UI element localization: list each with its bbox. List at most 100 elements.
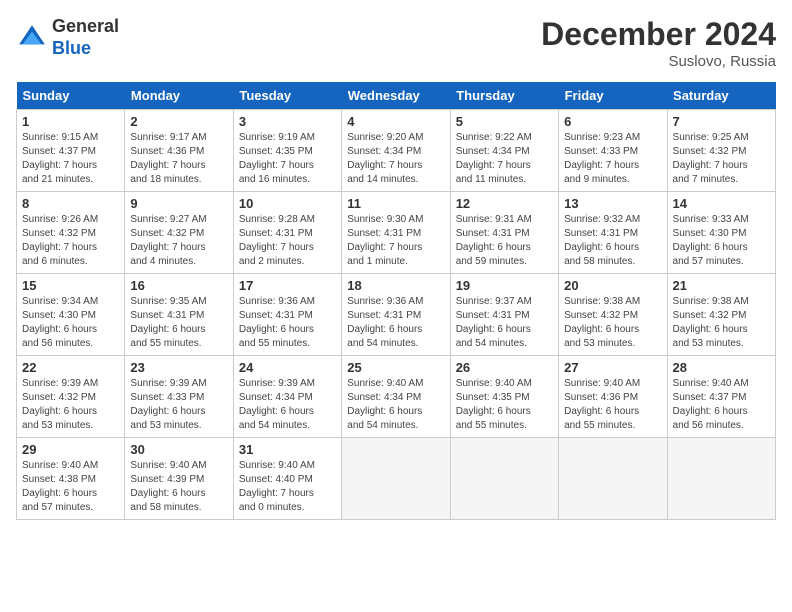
day-cell: 8 Sunrise: 9:26 AMSunset: 4:32 PMDaylight… [17, 192, 125, 274]
day-cell: 14 Sunrise: 9:33 AMSunset: 4:30 PMDayligh… [667, 192, 775, 274]
day-cell: 20 Sunrise: 9:38 AMSunset: 4:32 PMDayligh… [559, 274, 667, 356]
day-info: Sunrise: 9:40 AMSunset: 4:35 PMDaylight:… [456, 377, 553, 433]
weekday-sunday: Sunday [17, 82, 125, 110]
day-cell: 31 Sunrise: 9:40 AMSunset: 4:40 PMDayligh… [233, 438, 341, 520]
day-cell [450, 438, 558, 520]
day-cell: 28Sunrise: 9:40 AMSunset: 4:37 PMDayligh… [667, 356, 775, 438]
day-cell: 9 Sunrise: 9:27 AMSunset: 4:32 PMDaylight… [125, 192, 233, 274]
day-cell: 27 Sunrise: 9:40 AMSunset: 4:36 PMDayligh… [559, 356, 667, 438]
day-number: 23 [130, 360, 227, 375]
day-number: 26 [456, 360, 553, 375]
day-info: Sunrise: 9:19 AMSunset: 4:35 PMDaylight:… [239, 131, 336, 187]
day-number: 18 [347, 278, 444, 293]
day-number: 15 [22, 278, 119, 293]
week-row-3: 15Sunrise: 9:34 AMSunset: 4:30 PMDayligh… [17, 274, 776, 356]
day-number: 12 [456, 196, 553, 211]
day-info: Sunrise: 9:23 AMSunset: 4:33 PMDaylight:… [564, 131, 661, 187]
day-cell [667, 438, 775, 520]
day-number: 5 [456, 114, 553, 129]
calendar-container: General Blue December 2024 Suslovo, Russ… [0, 0, 792, 528]
day-number: 21 [673, 278, 770, 293]
title-block: December 2024 Suslovo, Russia [541, 16, 776, 70]
day-cell: 4 Sunrise: 9:20 AMSunset: 4:34 PMDaylight… [342, 110, 450, 192]
calendar-table: SundayMondayTuesdayWednesdayThursdayFrid… [16, 82, 776, 520]
day-cell: 30 Sunrise: 9:40 AMSunset: 4:39 PMDayligh… [125, 438, 233, 520]
day-number: 16 [130, 278, 227, 293]
day-info: Sunrise: 9:38 AMSunset: 4:32 PMDaylight:… [564, 295, 661, 351]
day-number: 11 [347, 196, 444, 211]
day-cell: 21Sunrise: 9:38 AMSunset: 4:32 PMDayligh… [667, 274, 775, 356]
month-title: December 2024 [541, 16, 776, 53]
day-number: 30 [130, 442, 227, 457]
day-number: 25 [347, 360, 444, 375]
day-number: 27 [564, 360, 661, 375]
day-info: Sunrise: 9:20 AMSunset: 4:34 PMDaylight:… [347, 131, 444, 187]
day-cell: 2 Sunrise: 9:17 AMSunset: 4:36 PMDaylight… [125, 110, 233, 192]
day-number: 13 [564, 196, 661, 211]
day-number: 19 [456, 278, 553, 293]
day-cell: 3Sunrise: 9:19 AMSunset: 4:35 PMDaylight… [233, 110, 341, 192]
weekday-wednesday: Wednesday [342, 82, 450, 110]
day-cell: 1Sunrise: 9:15 AMSunset: 4:37 PMDaylight… [17, 110, 125, 192]
day-info: Sunrise: 9:40 AMSunset: 4:38 PMDaylight:… [22, 459, 119, 515]
day-number: 7 [673, 114, 770, 129]
day-cell: 6 Sunrise: 9:23 AMSunset: 4:33 PMDaylight… [559, 110, 667, 192]
logo-text: General Blue [52, 16, 119, 59]
day-info: Sunrise: 9:39 AMSunset: 4:34 PMDaylight:… [239, 377, 336, 433]
day-cell: 12 Sunrise: 9:31 AMSunset: 4:31 PMDayligh… [450, 192, 558, 274]
day-number: 4 [347, 114, 444, 129]
day-number: 22 [22, 360, 119, 375]
week-row-2: 8 Sunrise: 9:26 AMSunset: 4:32 PMDaylight… [17, 192, 776, 274]
day-cell: 29 Sunrise: 9:40 AMSunset: 4:38 PMDayligh… [17, 438, 125, 520]
day-number: 2 [130, 114, 227, 129]
weekday-saturday: Saturday [667, 82, 775, 110]
day-number: 8 [22, 196, 119, 211]
day-info: Sunrise: 9:32 AMSunset: 4:31 PMDaylight:… [564, 213, 661, 269]
day-info: Sunrise: 9:17 AMSunset: 4:36 PMDaylight:… [130, 131, 227, 187]
day-number: 9 [130, 196, 227, 211]
day-info: Sunrise: 9:40 AMSunset: 4:40 PMDaylight:… [239, 459, 336, 515]
day-info: Sunrise: 9:27 AMSunset: 4:32 PMDaylight:… [130, 213, 227, 269]
day-cell: 13 Sunrise: 9:32 AMSunset: 4:31 PMDayligh… [559, 192, 667, 274]
day-number: 20 [564, 278, 661, 293]
day-number: 6 [564, 114, 661, 129]
logo-icon [16, 22, 48, 54]
day-info: Sunrise: 9:28 AMSunset: 4:31 PMDaylight:… [239, 213, 336, 269]
day-cell [559, 438, 667, 520]
weekday-friday: Friday [559, 82, 667, 110]
day-info: Sunrise: 9:35 AMSunset: 4:31 PMDaylight:… [130, 295, 227, 351]
day-info: Sunrise: 9:40 AMSunset: 4:34 PMDaylight:… [347, 377, 444, 433]
day-info: Sunrise: 9:22 AMSunset: 4:34 PMDaylight:… [456, 131, 553, 187]
day-info: Sunrise: 9:36 AMSunset: 4:31 PMDaylight:… [239, 295, 336, 351]
day-info: Sunrise: 9:33 AMSunset: 4:30 PMDaylight:… [673, 213, 770, 269]
day-cell: 24 Sunrise: 9:39 AMSunset: 4:34 PMDayligh… [233, 356, 341, 438]
day-number: 17 [239, 278, 336, 293]
day-cell: 5 Sunrise: 9:22 AMSunset: 4:34 PMDaylight… [450, 110, 558, 192]
calendar-body: 1Sunrise: 9:15 AMSunset: 4:37 PMDaylight… [17, 110, 776, 520]
weekday-thursday: Thursday [450, 82, 558, 110]
day-info: Sunrise: 9:40 AMSunset: 4:39 PMDaylight:… [130, 459, 227, 515]
day-info: Sunrise: 9:31 AMSunset: 4:31 PMDaylight:… [456, 213, 553, 269]
day-cell: 18Sunrise: 9:36 AMSunset: 4:31 PMDayligh… [342, 274, 450, 356]
day-info: Sunrise: 9:25 AMSunset: 4:32 PMDaylight:… [673, 131, 770, 187]
week-row-1: 1Sunrise: 9:15 AMSunset: 4:37 PMDaylight… [17, 110, 776, 192]
day-number: 24 [239, 360, 336, 375]
weekday-tuesday: Tuesday [233, 82, 341, 110]
day-cell: 25 Sunrise: 9:40 AMSunset: 4:34 PMDayligh… [342, 356, 450, 438]
week-row-5: 29 Sunrise: 9:40 AMSunset: 4:38 PMDayligh… [17, 438, 776, 520]
day-cell: 17 Sunrise: 9:36 AMSunset: 4:31 PMDayligh… [233, 274, 341, 356]
day-info: Sunrise: 9:40 AMSunset: 4:36 PMDaylight:… [564, 377, 661, 433]
day-number: 29 [22, 442, 119, 457]
day-cell [342, 438, 450, 520]
week-row-4: 22Sunrise: 9:39 AMSunset: 4:32 PMDayligh… [17, 356, 776, 438]
day-number: 31 [239, 442, 336, 457]
day-number: 28 [673, 360, 770, 375]
day-cell: 16 Sunrise: 9:35 AMSunset: 4:31 PMDayligh… [125, 274, 233, 356]
location: Suslovo, Russia [541, 53, 776, 70]
day-info: Sunrise: 9:26 AMSunset: 4:32 PMDaylight:… [22, 213, 119, 269]
day-info: Sunrise: 9:37 AMSunset: 4:31 PMDaylight:… [456, 295, 553, 351]
logo: General Blue [16, 16, 119, 59]
day-number: 14 [673, 196, 770, 211]
day-cell: 19 Sunrise: 9:37 AMSunset: 4:31 PMDayligh… [450, 274, 558, 356]
day-number: 10 [239, 196, 336, 211]
